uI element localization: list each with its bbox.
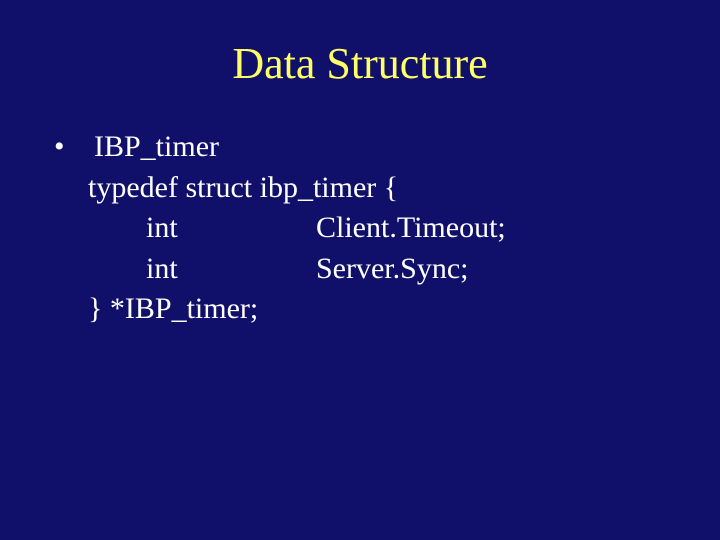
- slide-body: • IBP_timer typedef struct ibp_timer { i…: [48, 127, 672, 330]
- code-field-2-type: int: [146, 249, 316, 290]
- code-field-1-type: int: [146, 208, 316, 249]
- slide: Data Structure • IBP_timer typedef struc…: [0, 0, 720, 540]
- slide-title: Data Structure: [48, 38, 672, 89]
- code-line-end: } *IBP_timer;: [48, 289, 672, 330]
- bullet-item: • IBP_timer: [48, 127, 672, 168]
- bullet-label: IBP_timer: [94, 127, 672, 168]
- code-field-2-name: Server.Sync;: [316, 249, 672, 290]
- code-line-typedef: typedef struct ibp_timer {: [48, 168, 672, 209]
- code-field-1-name: Client.Timeout;: [316, 208, 672, 249]
- code-field-1: int Client.Timeout;: [48, 208, 672, 249]
- bullet-icon: •: [48, 127, 94, 168]
- code-field-2: int Server.Sync;: [48, 249, 672, 290]
